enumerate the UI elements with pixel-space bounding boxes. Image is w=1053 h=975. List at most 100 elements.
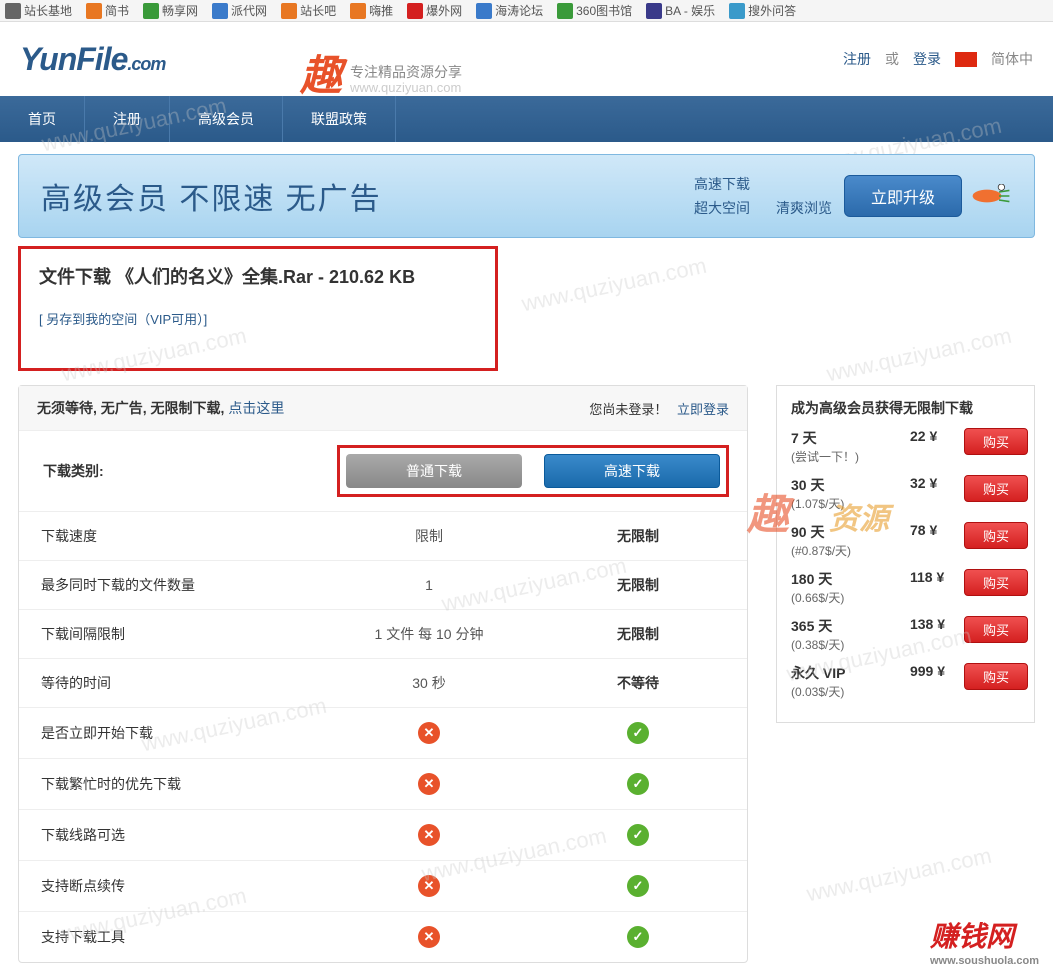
watermark-qu-icon: 趣: [300, 42, 342, 103]
x-icon: ✕: [418, 722, 440, 744]
fast-value: 无限制: [529, 561, 747, 610]
nav-item[interactable]: 首页: [0, 96, 85, 142]
feature-speed: 高速下载: [694, 174, 750, 194]
buy-button[interactable]: 购买: [964, 616, 1028, 643]
bookmark-item[interactable]: BA - 娱乐: [646, 2, 715, 19]
table-row: 是否立即开始下载✕✓: [19, 708, 747, 759]
plan-row: 365 天(0.38$/天)138 ¥购买: [791, 616, 1028, 653]
check-icon: ✓: [627, 773, 649, 795]
plan-price: 999 ¥: [910, 663, 964, 679]
plan-price: 118 ¥: [910, 569, 964, 585]
download-box: 无须等待, 无广告, 无限制下载, 点击这里 您尚未登录！ 立即登录 下载类别:…: [18, 385, 748, 963]
plan-price: 78 ¥: [910, 522, 964, 538]
download-header: 无须等待, 无广告, 无限制下载, 点击这里 您尚未登录！ 立即登录: [19, 386, 747, 431]
feature-label: 支持断点续传: [19, 861, 329, 912]
fast-value: 无限制: [529, 512, 747, 561]
plan-name: 永久 VIP: [791, 663, 910, 683]
check-icon: ✓: [627, 722, 649, 744]
click-here-link[interactable]: 点击这里: [228, 400, 284, 416]
table-row: 支持下载工具✕✓: [19, 912, 747, 963]
header-right: 注册 或 登录 简体中: [843, 49, 1033, 69]
nav-item[interactable]: 高级会员: [170, 96, 283, 142]
download-header-left: 无须等待, 无广告, 无限制下载, 点击这里: [37, 398, 284, 418]
feature-label: 最多同时下载的文件数量: [19, 561, 329, 610]
table-row: 下载线路可选✕✓: [19, 810, 747, 861]
feature-clean: 清爽浏览: [776, 198, 832, 218]
save-to-space-link[interactable]: [ 另存到我的空间（VIP可用）]: [39, 309, 207, 328]
file-title: 文件下载 《人们的名义》全集.Rar - 210.62 KB: [39, 263, 477, 289]
normal-value: ✕: [329, 708, 529, 759]
normal-value: 30 秒: [329, 659, 529, 708]
bookmark-item[interactable]: 搜外问答: [729, 2, 796, 19]
buy-button[interactable]: 购买: [964, 569, 1028, 596]
normal-download-button[interactable]: 普通下载: [346, 454, 522, 488]
vip-title: 成为高级会员获得无限制下载: [791, 398, 1028, 418]
bottom-brand-sub: www.soushuola.com: [930, 955, 1039, 967]
bookmark-item[interactable]: 嗨推: [350, 2, 393, 19]
buy-button[interactable]: 购买: [964, 522, 1028, 549]
main-nav: 首页注册高级会员联盟政策: [0, 96, 1053, 142]
download-type-label: 下载类别:: [37, 461, 337, 481]
bookmark-item[interactable]: 站长吧: [281, 2, 336, 19]
or-text: 或: [885, 49, 899, 69]
not-logged-text: 您尚未登录！: [589, 402, 667, 417]
buy-button[interactable]: 购买: [964, 475, 1028, 502]
table-row: 最多同时下载的文件数量1无限制: [19, 561, 747, 610]
header: YunFile.com 趣 专注精品资源分享 www.quziyuan.com …: [0, 22, 1053, 96]
plan-sub: (0.38$/天): [791, 636, 910, 653]
bookmark-item[interactable]: 360图书馆: [557, 2, 632, 19]
feature-label: 下载繁忙时的优先下载: [19, 759, 329, 810]
carrot-icon: [970, 184, 1012, 208]
table-row: 等待的时间30 秒不等待: [19, 659, 747, 708]
login-info: 您尚未登录！ 立即登录: [589, 399, 729, 418]
watermark: www.quziyuan.com: [519, 253, 709, 318]
feature-label: 下载线路可选: [19, 810, 329, 861]
feature-label: 下载速度: [19, 512, 329, 561]
x-icon: ✕: [418, 824, 440, 846]
table-row: 下载繁忙时的优先下载✕✓: [19, 759, 747, 810]
login-link[interactable]: 登录: [913, 49, 941, 69]
plan-row: 7 天(尝试一下！)22 ¥购买: [791, 428, 1028, 465]
flag-icon[interactable]: [955, 52, 977, 67]
normal-value: ✕: [329, 810, 529, 861]
plan-sub: (0.03$/天): [791, 683, 910, 700]
plan-name: 180 天: [791, 569, 910, 589]
feature-label: 等待的时间: [19, 659, 329, 708]
fast-value: 不等待: [529, 659, 747, 708]
feature-space: 超大空间: [694, 198, 750, 218]
register-link[interactable]: 注册: [843, 49, 871, 69]
normal-value: 限制: [329, 512, 529, 561]
watermark-qu-icon: 趣资源: [747, 481, 889, 542]
logo-suffix: .com: [127, 54, 165, 74]
bookmark-item[interactable]: 畅享网: [143, 2, 198, 19]
vip-plans-panel: 成为高级会员获得无限制下载 7 天(尝试一下！)22 ¥购买30 天(1.07$…: [776, 385, 1035, 723]
bookmark-item[interactable]: 站长基地: [5, 2, 72, 19]
bottom-brand: 赚钱网 www.soushuola.com: [930, 915, 1039, 967]
plan-sub: (#0.87$/天): [791, 542, 910, 559]
nav-item[interactable]: 注册: [85, 96, 170, 142]
plan-name: 365 天: [791, 616, 910, 636]
buy-button[interactable]: 购买: [964, 663, 1028, 690]
bookmarks-bar: 站长基地简书畅享网派代网站长吧嗨推爆外网海涛论坛 360图书馆 BA - 娱乐搜外问…: [0, 0, 1053, 22]
normal-value: 1: [329, 561, 529, 610]
bookmark-item[interactable]: 派代网: [212, 2, 267, 19]
x-icon: ✕: [418, 875, 440, 897]
promo-text: 高级会员 不限速 无广告: [41, 174, 382, 218]
fast-value: ✓: [529, 861, 747, 912]
bookmark-item[interactable]: 爆外网: [407, 2, 462, 19]
fast-value: ✓: [529, 708, 747, 759]
plan-price: 32 ¥: [910, 475, 964, 491]
fast-value: 无限制: [529, 610, 747, 659]
upgrade-button[interactable]: 立即升级: [844, 175, 962, 217]
bookmark-item[interactable]: 海涛论坛: [476, 2, 543, 19]
bookmark-item[interactable]: 简书: [86, 2, 129, 19]
promo-features: 高速下载 超大空间 清爽浏览: [694, 174, 832, 218]
logo[interactable]: YunFile.com: [20, 41, 165, 78]
logo-text: YunFile: [20, 41, 127, 77]
login-now-link[interactable]: 立即登录: [677, 402, 729, 417]
buy-button[interactable]: 购买: [964, 428, 1028, 455]
promo-banner: 高级会员 不限速 无广告 高速下载 超大空间 清爽浏览 立即升级: [18, 154, 1035, 238]
fast-download-button[interactable]: 高速下载: [544, 454, 720, 488]
lang-text[interactable]: 简体中: [991, 49, 1033, 69]
table-row: 下载速度限制无限制: [19, 512, 747, 561]
